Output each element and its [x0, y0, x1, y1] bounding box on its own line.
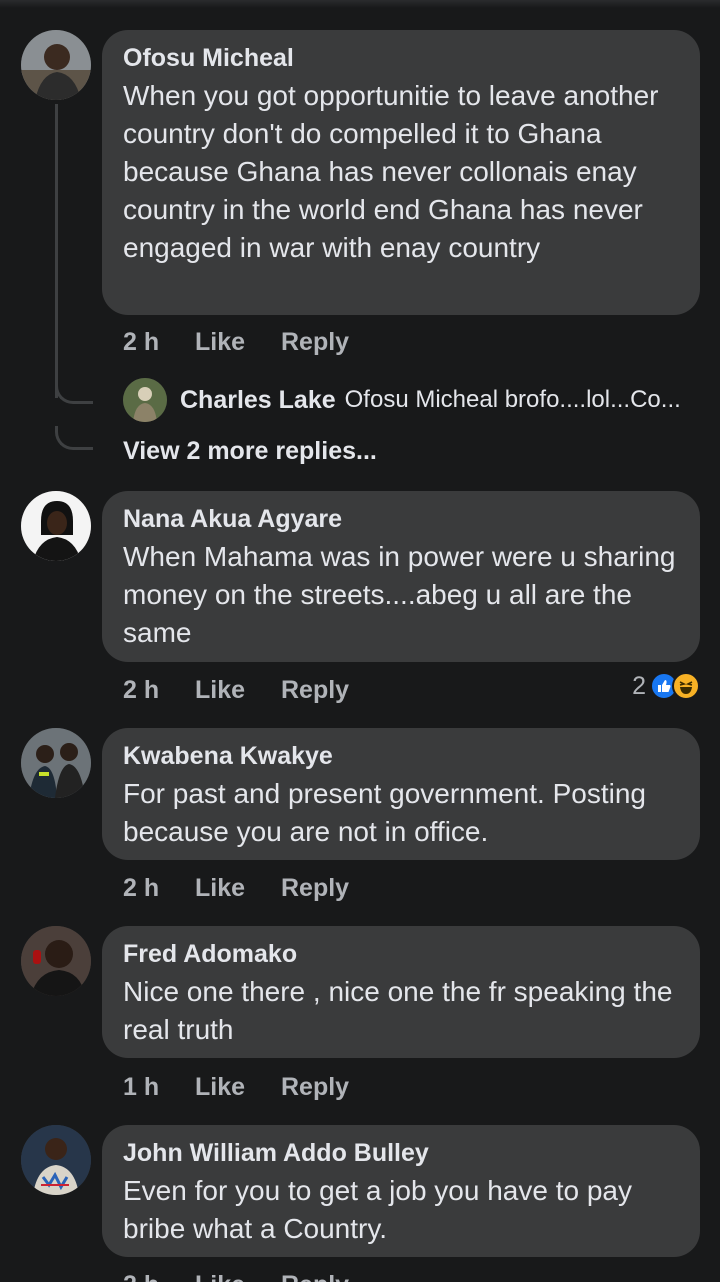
- reply-author[interactable]: Charles Lake: [180, 386, 336, 415]
- avatar-nana-akua-agyare[interactable]: [21, 491, 91, 561]
- reaction-summary[interactable]: 2: [632, 669, 700, 703]
- comment-bubble[interactable]: Nana Akua Agyare When Mahama was in powe…: [102, 491, 700, 662]
- avatar-fred-adomako[interactable]: [21, 926, 91, 996]
- reply-button[interactable]: Reply: [281, 1073, 349, 1102]
- comment-text: Nice one there , nice one the fr speakin…: [123, 976, 673, 1045]
- comment-bubble[interactable]: John William Addo Bulley Even for you to…: [102, 1125, 700, 1257]
- reply-button[interactable]: Reply: [281, 1271, 349, 1282]
- avatar-kwabena-kwakye[interactable]: [21, 728, 91, 798]
- top-edge: [0, 0, 720, 8]
- comment-author[interactable]: Kwabena Kwakye: [123, 741, 680, 771]
- thread-line: [55, 104, 58, 398]
- comment-time: 2 h: [123, 327, 160, 356]
- avatar-charles-lake[interactable]: [123, 378, 167, 422]
- comment-time: 2 h: [123, 675, 160, 704]
- comment-actions: 2 h Like Reply: [123, 871, 349, 905]
- comment-text: When Mahama was in power were u sharing …: [123, 541, 676, 648]
- reply-button[interactable]: Reply: [281, 328, 349, 357]
- haha-reaction-icon: [672, 672, 700, 700]
- comment-author[interactable]: Nana Akua Agyare: [123, 504, 680, 534]
- comment-time: 2 h: [123, 873, 160, 902]
- comment-text: Even for you to get a job you have to pa…: [123, 1175, 633, 1244]
- view-more-replies-link[interactable]: View 2 more replies...: [123, 437, 377, 466]
- comment-bubble[interactable]: Kwabena Kwakye For past and present gove…: [102, 728, 700, 860]
- reply-text: Ofosu Micheal brofo....lol...Co...: [344, 386, 681, 413]
- comment-actions: 2 h Like Reply: [123, 1268, 349, 1282]
- like-button[interactable]: Like: [195, 874, 281, 903]
- comment-actions: 2 h Like Reply: [123, 673, 349, 707]
- reaction-count: 2: [632, 671, 646, 700]
- comment-bubble[interactable]: Fred Adomako Nice one there , nice one t…: [102, 926, 700, 1058]
- avatar-ofosu-micheal[interactable]: [21, 30, 91, 100]
- comment-actions: 2 h Like Reply: [123, 325, 349, 359]
- like-button[interactable]: Like: [195, 1073, 281, 1102]
- comment-text: When you got opportunitie to leave anoth…: [123, 80, 659, 263]
- like-button[interactable]: Like: [195, 1271, 281, 1282]
- avatar-john-william-addo-bulley[interactable]: [21, 1125, 91, 1195]
- comments-page: Ofosu Micheal When you got opportunitie …: [0, 0, 720, 1282]
- comment-actions: 1 h Like Reply: [123, 1070, 349, 1104]
- comment-text: For past and present government. Posting…: [123, 778, 646, 847]
- reply-button[interactable]: Reply: [281, 874, 349, 903]
- comment-author[interactable]: John William Addo Bulley: [123, 1138, 680, 1168]
- comment-time: 1 h: [123, 1072, 160, 1101]
- like-button[interactable]: Like: [195, 676, 281, 705]
- comment-bubble[interactable]: Ofosu Micheal When you got opportunitie …: [102, 30, 700, 315]
- thread-branch-more: [55, 426, 93, 450]
- reply-preview[interactable]: Charles Lake Ofosu Micheal brofo....lol.…: [123, 378, 703, 422]
- comment-time: 2 h: [123, 1271, 195, 1282]
- comment-author[interactable]: Fred Adomako: [123, 939, 680, 969]
- thread-branch-reply: [55, 380, 93, 404]
- reply-button[interactable]: Reply: [281, 676, 349, 705]
- like-button[interactable]: Like: [195, 328, 281, 357]
- comment-author[interactable]: Ofosu Micheal: [123, 43, 680, 73]
